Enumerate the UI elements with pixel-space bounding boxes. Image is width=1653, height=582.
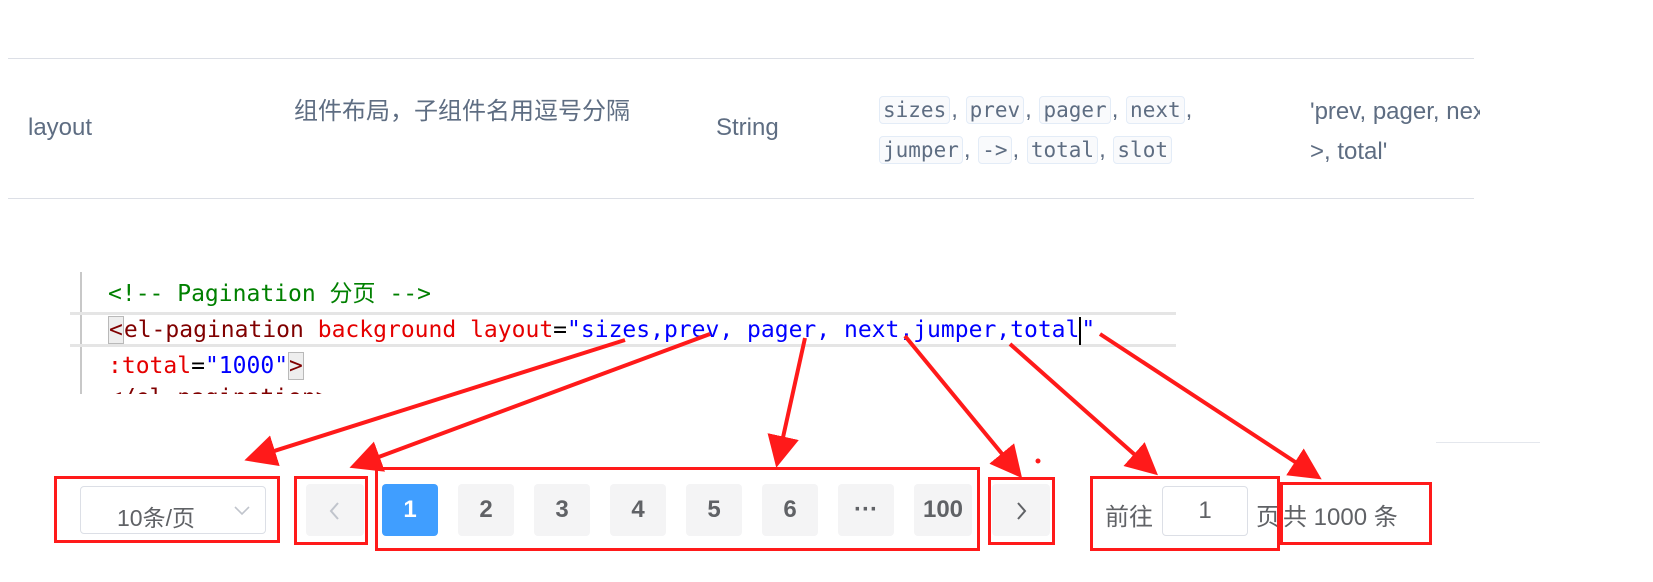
arrow-next bbox=[903, 334, 1023, 479]
arrow-jumper bbox=[1008, 342, 1158, 476]
arrow-prev bbox=[349, 332, 711, 472]
annotation-dot bbox=[1035, 458, 1041, 464]
annotation-arrows bbox=[244, 332, 1322, 480]
arrow-pager bbox=[767, 337, 807, 468]
arrow-sizes bbox=[244, 338, 626, 467]
